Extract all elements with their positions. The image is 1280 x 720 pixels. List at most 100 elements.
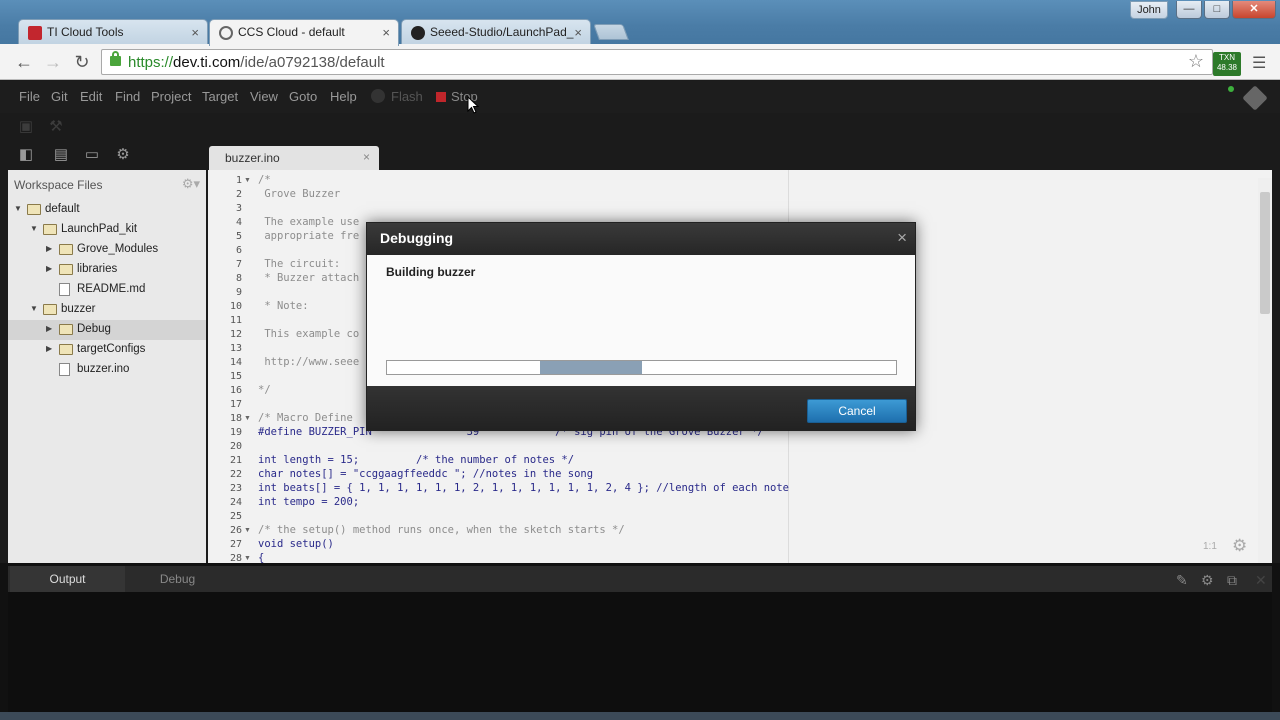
code-line: The example use xyxy=(258,216,360,228)
browser-menu-icon[interactable]: ☰ xyxy=(1252,53,1266,73)
line-number: 11 xyxy=(229,315,242,326)
close-tab-icon[interactable]: × xyxy=(191,25,199,40)
code-line: appropriate fre xyxy=(258,230,360,242)
line-number: 19 xyxy=(229,427,242,438)
menu-find[interactable]: Find xyxy=(115,89,140,104)
close-window-button[interactable]: ✕ xyxy=(1232,1,1276,19)
user-profile-badge[interactable]: John xyxy=(1130,1,1168,19)
line-number: 17 xyxy=(229,399,242,410)
dialog-message: Building buzzer xyxy=(386,265,476,279)
editor-tab-buzzer[interactable]: buzzer.ino × xyxy=(209,146,379,170)
tree-item[interactable]: README.md xyxy=(8,280,206,300)
extension-badge[interactable]: TXN 48.38 xyxy=(1213,52,1241,76)
tree-item[interactable]: ▶ libraries xyxy=(8,260,206,280)
tree-item-label: buzzer.ino xyxy=(77,363,130,375)
editor-scrollbar[interactable] xyxy=(1258,178,1272,563)
address-bar[interactable]: https://dev.ti.com/ide/a0792138/default … xyxy=(101,49,1213,75)
fold-arrow-icon[interactable]: ▼ xyxy=(244,177,251,184)
sidebar-gear-icon[interactable]: ⚙▾ xyxy=(182,176,200,192)
save-icon[interactable]: ▣ xyxy=(18,119,34,135)
editor-scroll-thumb[interactable] xyxy=(1260,192,1270,314)
menu-help[interactable]: Help xyxy=(330,89,357,104)
close-tab-icon[interactable]: × xyxy=(382,25,390,40)
dialog-close-icon[interactable]: × xyxy=(897,228,907,248)
clear-broom-icon[interactable]: ✎ xyxy=(1176,572,1188,589)
line-number: 1 xyxy=(235,175,242,186)
new-tab-button[interactable] xyxy=(593,24,629,40)
url-text: https://dev.ti.com/ide/a0792138/default xyxy=(128,54,385,71)
output-console[interactable] xyxy=(8,592,1272,712)
cancel-button[interactable]: Cancel xyxy=(807,399,907,423)
folder-icon xyxy=(59,324,73,335)
back-arrow-icon[interactable]: ← xyxy=(13,51,35,73)
expanded-arrow-icon[interactable]: ▼ xyxy=(14,204,22,213)
tree-item[interactable]: ▶ targetConfigs xyxy=(8,340,206,360)
tree-item[interactable]: ▼ default xyxy=(8,200,206,220)
collapsed-arrow-icon[interactable]: ▶ xyxy=(46,344,52,353)
build-progress-bar xyxy=(386,360,897,375)
browser-tab-ti-cloud-tools[interactable]: TI Cloud Tools × xyxy=(18,19,208,45)
close-panel-icon[interactable]: ✕ xyxy=(1255,572,1267,589)
line-number: 18 xyxy=(229,413,242,424)
tab-label: CCS Cloud - default xyxy=(238,25,345,39)
menu-goto[interactable]: Goto xyxy=(289,89,317,104)
tree-item-label: LaunchPad_kit xyxy=(61,223,138,235)
menu-project[interactable]: Project xyxy=(151,89,191,104)
expanded-arrow-icon[interactable]: ▼ xyxy=(30,304,38,313)
code-line: char notes[] = "ccggaagffeeddc "; //note… xyxy=(258,468,594,480)
settings-gear-icon[interactable]: ⚙ xyxy=(115,147,131,163)
fold-arrow-icon[interactable]: ▼ xyxy=(244,555,251,562)
forward-arrow-icon[interactable]: → xyxy=(42,51,64,73)
ti-favicon-icon xyxy=(28,26,42,40)
expanded-arrow-icon[interactable]: ▼ xyxy=(30,224,38,233)
tab-debug[interactable]: Debug xyxy=(120,566,235,592)
tab-output[interactable]: Output xyxy=(10,566,125,592)
tree-item[interactable]: ▼ buzzer xyxy=(8,300,206,320)
editor-tab-label: buzzer.ino xyxy=(225,151,280,165)
debugging-dialog: Debugging × Building buzzer Cancel xyxy=(366,222,916,431)
ccs-favicon-icon xyxy=(219,26,233,40)
toggle-sidebar-icon[interactable]: ◧ xyxy=(18,147,34,163)
build-hammer-icon[interactable]: ⚒ xyxy=(48,119,64,135)
collapsed-arrow-icon[interactable]: ▶ xyxy=(46,264,52,273)
menu-view[interactable]: View xyxy=(250,89,278,104)
minimize-window-button[interactable]: — xyxy=(1176,1,1202,19)
fold-arrow-icon[interactable]: ▼ xyxy=(244,415,251,422)
line-number: 25 xyxy=(229,511,242,522)
flash-button[interactable]: Flash xyxy=(391,89,423,104)
browser-tab-ccs-cloud[interactable]: CCS Cloud - default × xyxy=(209,19,399,46)
tree-item[interactable]: ▼ LaunchPad_kit xyxy=(8,220,206,240)
code-line: /* xyxy=(258,174,271,186)
code-line: This example co xyxy=(258,328,360,340)
folder-icon xyxy=(59,264,73,275)
project-icon xyxy=(27,204,41,215)
collapsed-arrow-icon[interactable]: ▶ xyxy=(46,244,52,253)
archive-icon[interactable]: ▭ xyxy=(84,147,100,163)
menu-edit[interactable]: Edit xyxy=(80,89,102,104)
tree-item[interactable]: buzzer.ino xyxy=(8,360,206,380)
ide-toolbar: ▣ ⚒ ◧ ▤ ▭ ⚙ xyxy=(0,113,1280,169)
tree-item-label: Grove_Modules xyxy=(77,243,159,255)
tree-item[interactable]: ▶ Grove_Modules xyxy=(8,240,206,260)
tree-item[interactable]: ▶ Debug xyxy=(8,320,206,340)
browser-tab-github[interactable]: Seeed-Studio/LaunchPad_ × xyxy=(401,19,591,45)
reload-icon[interactable]: ↻ xyxy=(71,51,93,73)
close-tab-icon[interactable]: × xyxy=(574,25,582,40)
close-editor-tab-icon[interactable]: × xyxy=(363,150,370,164)
maximize-window-button[interactable]: □ xyxy=(1204,1,1230,19)
editor-settings-gear-icon[interactable]: ⚙ xyxy=(1232,536,1247,556)
fold-arrow-icon[interactable]: ▼ xyxy=(244,527,251,534)
menu-git[interactable]: Git xyxy=(51,89,68,104)
lock-icon xyxy=(110,51,121,66)
tree-item-label: buzzer xyxy=(61,303,96,315)
bookmark-star-icon[interactable]: ☆ xyxy=(1188,51,1204,72)
line-number: 13 xyxy=(229,343,242,354)
menu-target[interactable]: Target xyxy=(202,89,238,104)
line-number: 21 xyxy=(229,455,242,466)
menu-file[interactable]: File xyxy=(19,89,40,104)
maximize-panel-icon[interactable]: ⧉ xyxy=(1227,572,1237,589)
new-file-icon[interactable]: ▤ xyxy=(53,147,69,163)
panel-gear-icon[interactable]: ⚙ xyxy=(1201,572,1214,589)
line-number: 5 xyxy=(235,231,242,242)
collapsed-arrow-icon[interactable]: ▶ xyxy=(46,324,52,333)
